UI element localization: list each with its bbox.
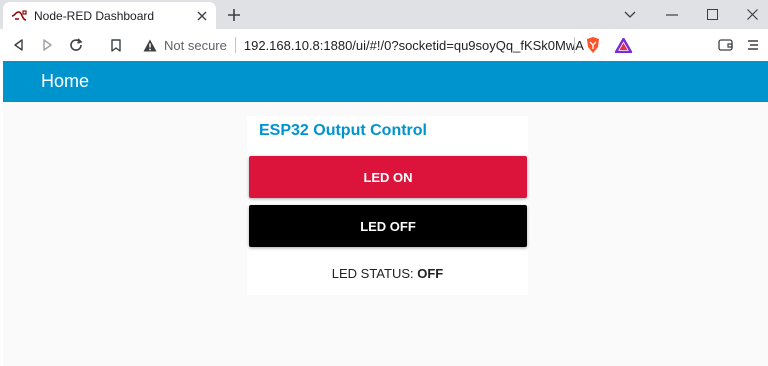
led-off-button[interactable]: LED OFF bbox=[249, 205, 527, 247]
group-title: ESP32 Output Control bbox=[259, 122, 427, 139]
brave-shield-icon[interactable] bbox=[582, 34, 604, 56]
url-text[interactable]: 192.168.10.8:1880/ui/#!/0?socketid=qu9so… bbox=[244, 38, 584, 53]
window-close-icon[interactable] bbox=[732, 0, 768, 29]
browser-toolbar: Not secure 192.168.10.8:1880/ui/#!/0?soc… bbox=[0, 29, 768, 61]
extension-divider bbox=[574, 37, 575, 53]
menu-icon[interactable] bbox=[742, 34, 764, 56]
tab-title: Node-RED Dashboard bbox=[34, 8, 155, 23]
forward-icon[interactable] bbox=[37, 34, 59, 56]
tab-strip: Node-RED Dashboard bbox=[0, 0, 768, 29]
led-status-label: LED STATUS: bbox=[331, 266, 414, 281]
brave-rewards-icon[interactable] bbox=[612, 34, 634, 56]
led-status-value: OFF bbox=[417, 266, 444, 281]
dashboard-header: Home bbox=[3, 61, 768, 102]
maximize-icon[interactable] bbox=[692, 0, 732, 29]
bookmark-icon[interactable] bbox=[105, 34, 127, 56]
dashboard-page: Home ESP32 Output Control LED ON LED OFF… bbox=[3, 61, 768, 366]
node-red-favicon-icon bbox=[11, 8, 27, 24]
warning-icon[interactable] bbox=[142, 37, 158, 53]
led-on-button[interactable]: LED ON bbox=[249, 156, 527, 198]
address-divider bbox=[234, 37, 236, 53]
minimize-icon[interactable] bbox=[652, 0, 692, 29]
led-status-text: LED STATUS: OFF bbox=[247, 266, 528, 281]
new-tab-icon[interactable] bbox=[224, 5, 244, 25]
page-title: Home bbox=[41, 71, 90, 91]
security-label[interactable]: Not secure bbox=[164, 38, 227, 53]
back-icon[interactable] bbox=[7, 34, 29, 56]
reload-icon[interactable] bbox=[65, 34, 87, 56]
output-control-group: ESP32 Output Control LED ON LED OFF LED … bbox=[247, 116, 528, 295]
tab-search-chevron-icon[interactable] bbox=[610, 0, 650, 29]
close-tab-icon[interactable] bbox=[193, 7, 211, 25]
wallet-icon[interactable] bbox=[714, 34, 736, 56]
browser-tab[interactable]: Node-RED Dashboard bbox=[3, 2, 216, 29]
address-bar[interactable]: Not secure 192.168.10.8:1880/ui/#!/0?soc… bbox=[136, 32, 636, 58]
